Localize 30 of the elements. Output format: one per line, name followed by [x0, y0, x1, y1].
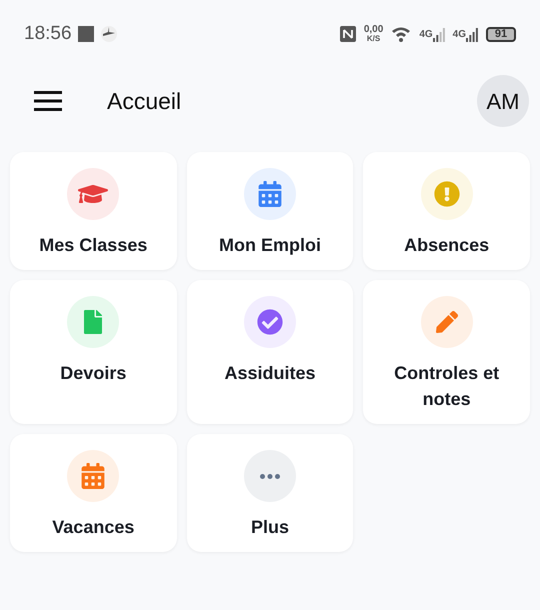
tile-label: Vacances [52, 516, 134, 539]
signal-icon [432, 28, 445, 42]
network-label: 4G [419, 28, 433, 42]
tile-label: Controles et notes [393, 362, 500, 411]
network-label: 4G [452, 28, 466, 42]
tile-label: Mes Classes [39, 234, 148, 257]
tile-label: Devoirs [60, 362, 126, 385]
menu-tile[interactable]: Vacances [10, 434, 177, 552]
page-title: Accueil [107, 86, 182, 116]
tile-label: Absences [404, 234, 490, 257]
avatar[interactable]: AM [477, 75, 529, 127]
nfc-icon [340, 26, 356, 42]
menu-tile[interactable]: Controles et notes [363, 280, 530, 424]
clock: 18:56 [24, 22, 72, 46]
menu-tile[interactable]: Devoirs [10, 280, 177, 424]
speed-value: 0,00 [364, 25, 384, 35]
wifi-icon [391, 26, 412, 42]
tile-label: Mon Emploi [218, 234, 321, 257]
battery-indicator: 91 [486, 26, 516, 42]
menu-tile[interactable]: Assiduites [186, 280, 354, 424]
menu-tile[interactable]: Mon Emploi [186, 152, 354, 270]
tile-label: Plus [250, 516, 289, 539]
stop-icon [78, 26, 94, 42]
menu-tile[interactable]: Mes Classes [10, 152, 177, 270]
menu-icon[interactable] [34, 91, 62, 111]
menu-tile[interactable]: Plus [186, 434, 354, 552]
signal-icon [466, 28, 478, 42]
speed-unit: K/S [366, 35, 380, 43]
tile-label: Assiduites [224, 362, 316, 385]
menu-tile[interactable]: Absences [363, 152, 530, 270]
